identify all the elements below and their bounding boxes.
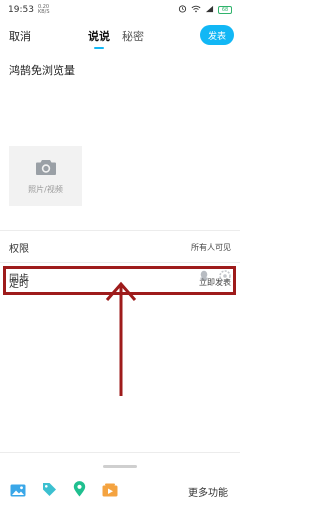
tab-shuoshuo[interactable]: 说说 bbox=[88, 28, 110, 48]
tag-icon[interactable] bbox=[42, 482, 57, 501]
tab-secret[interactable]: 秘密 bbox=[122, 28, 144, 48]
publish-post-screen: 19:53 0.20 KB/S 68 取消 说说 秘密 发表 鸿鹄免浏览量 照片… bbox=[0, 0, 240, 506]
top-bar: 取消 说说 秘密 发表 bbox=[0, 20, 240, 52]
post-text-input[interactable]: 鸿鹄免浏览量 bbox=[9, 62, 75, 78]
drag-handle[interactable] bbox=[103, 465, 137, 468]
cancel-button[interactable]: 取消 bbox=[9, 28, 31, 44]
alarm-icon bbox=[178, 4, 187, 16]
video-icon[interactable] bbox=[102, 482, 118, 501]
permission-row[interactable]: 权限 所有人可见 bbox=[0, 233, 240, 261]
media-label: 照片/视频 bbox=[28, 184, 63, 194]
signal-icon bbox=[205, 5, 214, 16]
image-icon[interactable] bbox=[10, 482, 26, 501]
divider bbox=[0, 452, 240, 453]
status-time: 19:53 bbox=[8, 5, 34, 15]
publish-button[interactable]: 发表 bbox=[200, 25, 234, 45]
status-bar: 19:53 0.20 KB/S 68 bbox=[0, 0, 240, 20]
battery-icon: 68 bbox=[218, 6, 232, 14]
annotation-arrow bbox=[105, 281, 137, 396]
more-functions-button[interactable]: 更多功能 bbox=[188, 484, 228, 499]
permission-label: 权限 bbox=[9, 243, 29, 255]
divider bbox=[0, 230, 240, 231]
permission-value: 所有人可见 bbox=[191, 242, 231, 252]
network-speed: 0.20 KB/S bbox=[37, 4, 50, 15]
post-type-tabs: 说说 秘密 bbox=[88, 28, 144, 48]
camera-icon bbox=[35, 158, 57, 180]
wifi-icon bbox=[191, 5, 201, 16]
add-media-button[interactable]: 照片/视频 bbox=[9, 146, 82, 206]
bottom-toolbar: 更多功能 bbox=[0, 478, 240, 504]
location-icon[interactable] bbox=[73, 481, 86, 501]
